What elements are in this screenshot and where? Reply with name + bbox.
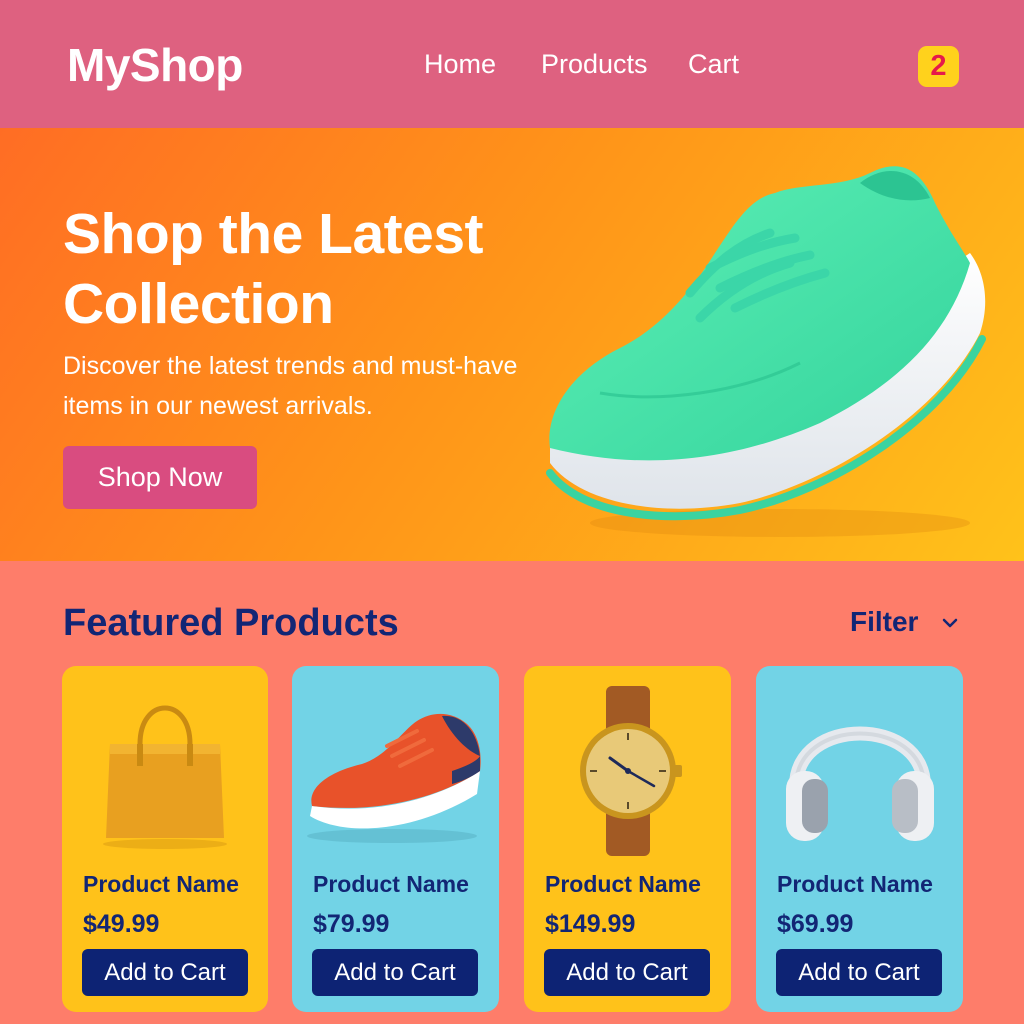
add-to-cart-button[interactable]: Add to Cart — [312, 949, 478, 996]
sneaker-image — [307, 713, 481, 843]
headphones-image — [786, 726, 934, 841]
product-card[interactable]: Product Name $49.99 Add to Cart — [62, 666, 268, 1012]
product-price: $149.99 — [545, 910, 636, 938]
hero-banner: Shop the Latest Collection Discover the … — [0, 128, 1024, 561]
tote-bag-image — [103, 705, 227, 849]
product-name: Product Name — [545, 871, 701, 897]
add-to-cart-button[interactable]: Add to Cart — [544, 949, 710, 996]
product-card[interactable]: Product Name $79.99 Add to Cart — [292, 666, 499, 1012]
shop-now-button[interactable]: Shop Now — [63, 446, 257, 509]
product-price: $69.99 — [777, 910, 854, 938]
nav-home-link[interactable]: Home — [424, 49, 496, 80]
hero-subtitle: Discover the latest trends and must-have… — [63, 352, 518, 420]
filter-dropdown[interactable]: Filter — [850, 606, 918, 638]
hero-title: Shop the Latest Collection — [63, 202, 484, 336]
chevron-down-icon[interactable] — [938, 611, 962, 635]
product-card[interactable]: Product Name $149.99 Add to Cart — [524, 666, 731, 1012]
brand-logo[interactable]: MyShop — [67, 38, 243, 92]
nav-products-link[interactable]: Products — [541, 49, 648, 80]
add-to-cart-button[interactable]: Add to Cart — [776, 949, 942, 996]
product-name: Product Name — [777, 871, 933, 897]
product-price: $79.99 — [313, 910, 390, 938]
product-name: Product Name — [83, 871, 239, 897]
product-card[interactable]: Product Name $69.99 Add to Cart — [756, 666, 963, 1012]
watch-image — [580, 686, 682, 856]
top-nav-bar: MyShop Home Products Cart 2 — [0, 0, 1024, 128]
nav-cart-link[interactable]: Cart — [688, 49, 739, 80]
sneaker-image — [546, 166, 986, 537]
product-name: Product Name — [313, 871, 469, 897]
cart-count-badge[interactable]: 2 — [918, 46, 959, 87]
product-price: $49.99 — [83, 910, 160, 938]
featured-products-heading: Featured Products — [63, 602, 399, 644]
add-to-cart-button[interactable]: Add to Cart — [82, 949, 248, 996]
